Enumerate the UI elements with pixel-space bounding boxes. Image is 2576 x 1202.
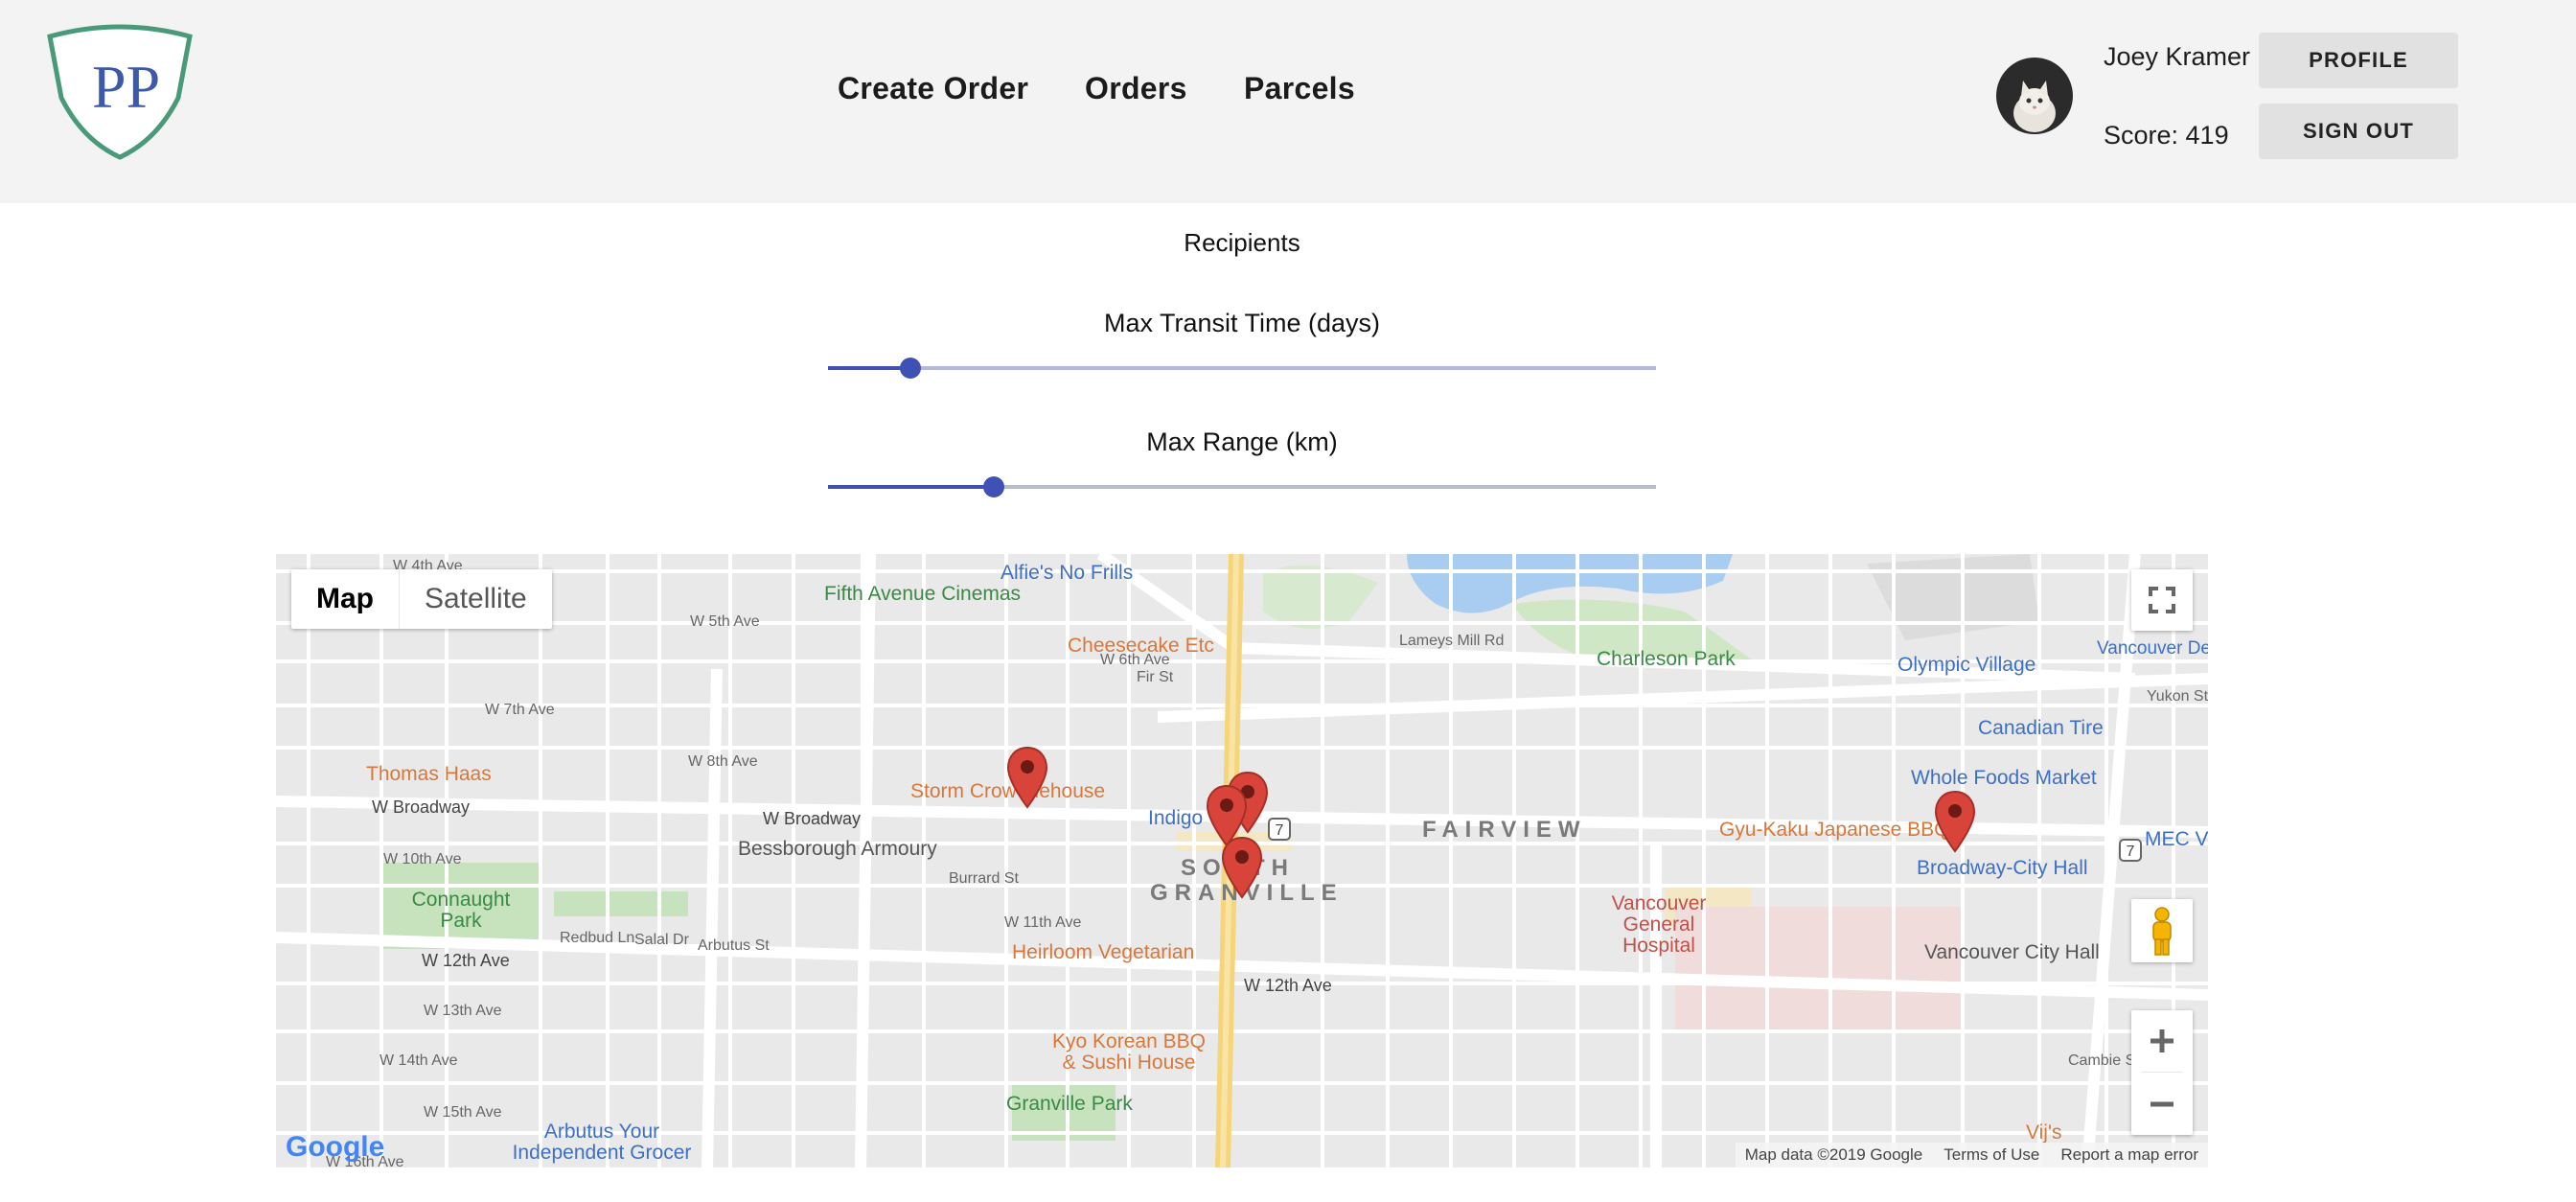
street-label-cambie-st: Cambie St — [2068, 1052, 2140, 1069]
place-label-kyo-korean-bbq[interactable]: Kyo Korean BBQ & Sushi House — [1052, 1031, 1206, 1074]
zoom-control — [2131, 1010, 2193, 1135]
fullscreen-button[interactable] — [2131, 569, 2193, 631]
avatar[interactable] — [1996, 58, 2073, 134]
street-label-burrard-st: Burrard St — [949, 870, 1019, 887]
place-label-canadian-tire[interactable]: Canadian Tire — [1978, 717, 2104, 740]
terms-of-use-link[interactable]: Terms of Use — [1944, 1145, 2039, 1165]
place-label-whole-foods-market[interactable]: Whole Foods Market — [1911, 767, 2097, 790]
profile-button[interactable]: PROFILE — [2259, 33, 2458, 88]
transit-slider-label: Max Transit Time (days) — [1103, 309, 1381, 337]
zoom-out-button[interactable] — [2131, 1074, 2193, 1135]
place-label-bessborough-armoury[interactable]: Bessborough Armoury — [738, 838, 937, 861]
route-7-shield: 7 — [1276, 822, 1284, 839]
map-data-attribution: Map data ©2019 Google — [1744, 1145, 1923, 1164]
transit-slider[interactable] — [828, 357, 1656, 380]
app-header: PP Create Order Orders Parcels Joey Kram… — [0, 0, 2576, 203]
map-type-control: Map Satellite — [291, 569, 552, 629]
street-label-w-10th-ave: W 10th Ave — [383, 851, 462, 867]
street-label-w-5th-ave: W 5th Ave — [690, 613, 760, 630]
recipients-label: Recipients — [1184, 228, 1300, 257]
route-7-shield-east: 7 — [2127, 844, 2135, 860]
street-label-lameys-mill-rd: Lameys Mill Rd — [1399, 633, 1505, 649]
brand-logo-text: PP — [92, 53, 160, 121]
map-marker-pin[interactable] — [1221, 836, 1263, 899]
street-label-redbud-ln: Redbud Ln — [560, 930, 635, 946]
google-logo[interactable]: Google — [284, 1129, 389, 1164]
place-label-indigo[interactable]: Indigo — [1148, 807, 1203, 830]
user-name: Joey Kramer — [2104, 42, 2251, 71]
plus-icon — [2150, 1029, 2174, 1052]
street-view-pegman-button[interactable] — [2131, 899, 2193, 962]
street-label-w-7th-ave: W 7th Ave — [485, 702, 555, 718]
street-label-w-15th-ave: W 15th Ave — [424, 1104, 502, 1121]
place-label-granville-park[interactable]: Granville Park — [1006, 1093, 1133, 1116]
svg-text:Google: Google — [286, 1131, 384, 1163]
zoom-divider — [2141, 1072, 2183, 1073]
street-label-w-13th-ave: W 13th Ave — [424, 1003, 502, 1019]
street-label-w-12th-ave-2: W 12th Ave — [1244, 976, 1332, 995]
nav-parcels[interactable]: Parcels — [1244, 71, 1355, 106]
place-label-olympic-village[interactable]: Olympic Village — [1898, 654, 2036, 677]
minus-icon — [2150, 1101, 2174, 1107]
pegman-icon — [2152, 907, 2172, 956]
transit-slider-thumb[interactable] — [900, 358, 922, 379]
place-label-alfies-no-frills[interactable]: Alfie's No Frills — [1000, 562, 1133, 585]
range-slider[interactable] — [828, 475, 1656, 498]
transit-slider-track[interactable] — [828, 366, 1656, 370]
map-type-map-button[interactable]: Map — [291, 569, 400, 629]
street-label-fir-st: Fir St — [1137, 669, 1174, 685]
place-label-vijs[interactable]: Vij's — [2026, 1121, 2061, 1144]
place-label-broadway-city-hall[interactable]: Broadway-City Hall — [1917, 857, 2088, 880]
street-label-w-11th-ave: W 11th Ave — [1004, 914, 1082, 931]
transit-slider-fill — [828, 366, 911, 370]
map-view[interactable]: 7 7 W 4th Ave W 5th Ave W 6th Ave W 7th … — [276, 554, 2208, 1167]
place-label-thomas-haas[interactable]: Thomas Haas — [366, 763, 492, 786]
place-label-vancouver-city-hall[interactable]: Vancouver City Hall — [1924, 941, 2100, 964]
map-attribution-bar: Map data ©2019 Google Terms of Use Repor… — [1735, 1143, 2208, 1167]
user-score: Score: 419 — [2104, 121, 2229, 150]
street-label-w-broadway-2: W Broadway — [763, 809, 862, 828]
range-slider-thumb[interactable] — [982, 476, 1004, 497]
street-label-salal-dr: Salal Dr — [634, 932, 689, 948]
place-label-mec[interactable]: MEC Va — [2145, 828, 2208, 851]
place-label-vancouver-department[interactable]: Vancouver Department — [2097, 638, 2208, 659]
report-map-error-link[interactable]: Report a map error — [2060, 1145, 2198, 1165]
map-type-satellite-button[interactable]: Satellite — [400, 569, 552, 629]
fullscreen-icon — [2149, 587, 2175, 613]
place-label-connaught-park[interactable]: Connaught Park — [408, 890, 514, 932]
range-slider-label: Max Range (km) — [1146, 428, 1338, 456]
district-label-fairview: FAIRVIEW — [1422, 817, 1587, 843]
street-label-arbutus-st: Arbutus St — [698, 937, 770, 954]
street-label-w-broadway: W Broadway — [372, 797, 471, 817]
place-label-vancouver-general-hospital[interactable]: Vancouver General Hospital — [1587, 893, 1731, 957]
place-label-gyu-kaku[interactable]: Gyu-Kaku Japanese BBQ — [1719, 819, 1949, 842]
map-marker-pin[interactable] — [1934, 790, 1976, 853]
place-label-fifth-avenue-cinemas[interactable]: Fifth Avenue Cinemas — [824, 583, 1021, 606]
sign-out-button[interactable]: SIGN OUT — [2259, 104, 2458, 159]
place-label-cheesecake-etc[interactable]: Cheesecake Etc — [1068, 635, 1214, 658]
avatar-cat-image — [1996, 58, 2073, 134]
street-label-w-8th-ave: W 8th Ave — [688, 753, 758, 770]
street-label-yukon-st: Yukon St — [2147, 688, 2208, 705]
nav-create-order[interactable]: Create Order — [838, 71, 1028, 106]
map-marker-pin[interactable] — [1006, 746, 1048, 809]
brand-logo[interactable]: PP — [44, 23, 196, 163]
place-label-arbutus-grocer[interactable]: Arbutus Your Independent Grocer — [506, 1121, 698, 1164]
street-label-w-12th-ave: W 12th Ave — [422, 951, 510, 970]
zoom-in-button[interactable] — [2131, 1010, 2193, 1072]
nav-orders[interactable]: Orders — [1085, 71, 1187, 106]
place-label-charleson-park[interactable]: Charleson Park — [1597, 648, 1736, 671]
range-slider-fill — [828, 485, 994, 489]
street-label-w-14th-ave: W 14th Ave — [380, 1052, 458, 1069]
place-label-heirloom-vegetarian[interactable]: Heirloom Vegetarian — [1012, 941, 1194, 964]
